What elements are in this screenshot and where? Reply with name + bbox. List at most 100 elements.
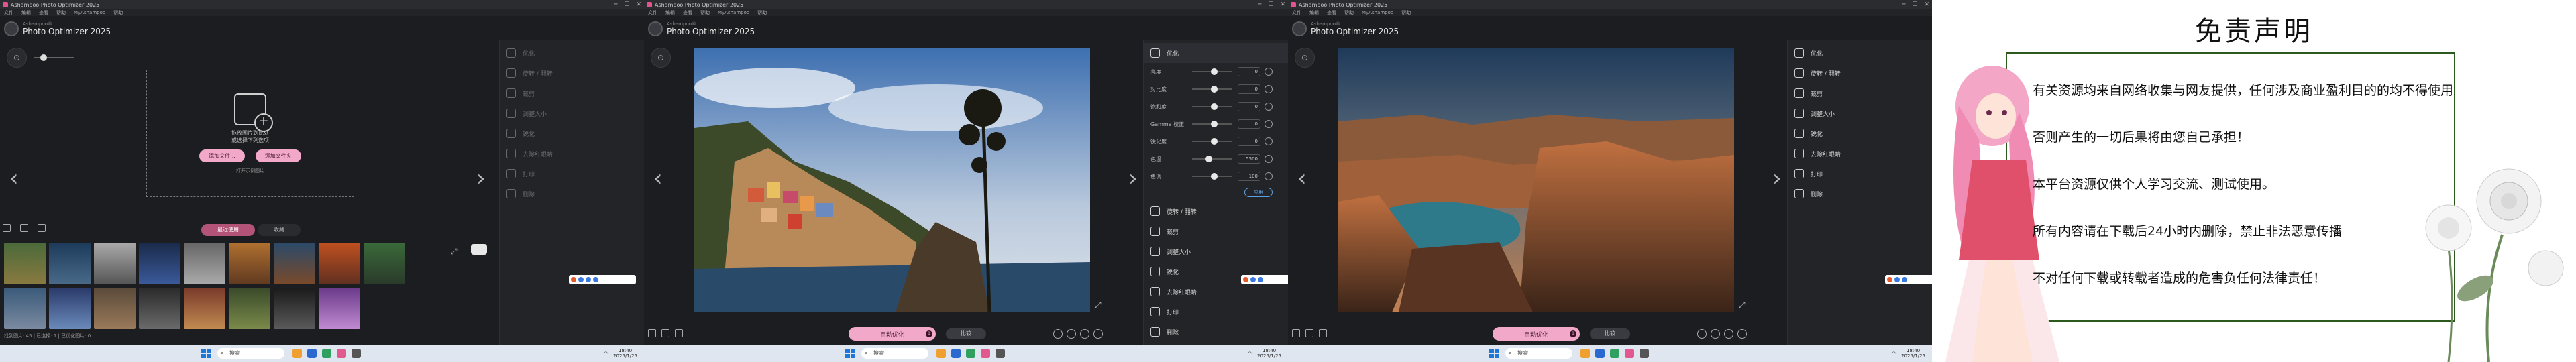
menu-edit[interactable]: 编辑 (665, 9, 675, 16)
sample-images-link[interactable]: 打开示例图片 (236, 168, 264, 174)
folder-icon[interactable] (20, 224, 28, 232)
sidebar-item-resize[interactable]: 调整大小 (1144, 241, 1288, 261)
sidebar-item-delete[interactable]: 删除 (1788, 184, 1932, 204)
expand-icon[interactable]: ⤢ (1739, 300, 1746, 310)
thumbnail[interactable] (274, 288, 315, 329)
reset-icon[interactable] (1265, 68, 1273, 76)
thumbnail[interactable] (94, 288, 136, 329)
app-icon[interactable] (307, 349, 317, 358)
compare-button[interactable]: 比较 (1590, 328, 1630, 339)
sidebar-item-rotate[interactable]: 旋转 / 翻转 (1144, 201, 1288, 221)
thumbnail[interactable] (49, 243, 91, 284)
adjust-sharpness[interactable]: 锐化度 0 (1144, 133, 1288, 150)
thumbnail[interactable] (184, 288, 225, 329)
file-icon[interactable] (3, 224, 11, 232)
sidebar-item-optimize[interactable]: 优化 (500, 43, 644, 63)
sidebar-item-resize[interactable]: 调整大小 (1788, 103, 1932, 123)
thumbnail[interactable] (139, 288, 180, 329)
wifi-icon[interactable]: ◠ (1248, 351, 1252, 356)
compare-button[interactable]: 比较 (946, 328, 986, 339)
app-icon[interactable] (936, 349, 946, 358)
apply-button[interactable]: 应用 (1244, 188, 1273, 197)
menu-help-2[interactable]: 帮助 (757, 9, 767, 16)
menu-help-2[interactable]: 帮助 (113, 9, 123, 16)
next-arrow-icon[interactable]: › (476, 165, 486, 192)
app-icon[interactable] (352, 349, 361, 358)
menu-myashampoo[interactable]: MyAshampoo (74, 10, 105, 15)
thumbnail[interactable] (319, 288, 360, 329)
minimize-icon[interactable]: ─ (1902, 1, 1905, 8)
redo-icon[interactable] (1067, 329, 1076, 339)
slider[interactable] (1192, 103, 1232, 110)
app-icon[interactable] (966, 349, 975, 358)
sidebar-item-rotate[interactable]: 旋转 / 翻转 (500, 63, 644, 83)
wifi-icon[interactable]: ◠ (1892, 351, 1896, 356)
menu-help[interactable]: 帮助 (1344, 9, 1354, 16)
app-icon[interactable] (322, 349, 331, 358)
app-icon[interactable] (337, 349, 346, 358)
adjust-gamma[interactable]: Gamma 校正 0 (1144, 115, 1288, 133)
tab-favorites[interactable]: 收藏 (258, 224, 301, 236)
menu-view[interactable]: 查看 (39, 9, 48, 16)
sidebar-item-red-eye[interactable]: 去除红眼睛 (500, 143, 644, 164)
menu-myashampoo[interactable]: MyAshampoo (1362, 10, 1393, 15)
clock[interactable]: 18:40 2025/1/25 (1901, 348, 1925, 359)
app-icon[interactable] (1595, 349, 1605, 358)
adjust-saturation[interactable]: 饱和度 0 (1144, 98, 1288, 115)
reset-all-icon[interactable] (1724, 329, 1733, 339)
thumbnail[interactable] (49, 288, 91, 329)
brush-icon[interactable] (38, 224, 46, 232)
reset-icon[interactable] (1265, 120, 1273, 128)
maximize-icon[interactable]: ☐ (1912, 1, 1917, 8)
brush-icon[interactable] (1319, 329, 1327, 337)
previous-arrow-icon[interactable]: ‹ (653, 165, 663, 192)
thumbnail[interactable] (139, 243, 180, 284)
settings-icon[interactable] (1093, 329, 1103, 339)
thumbnail[interactable] (4, 288, 46, 329)
reset-icon[interactable] (1265, 137, 1273, 145)
menu-help[interactable]: 帮助 (700, 9, 710, 16)
redo-icon[interactable] (1711, 329, 1720, 339)
reset-icon[interactable] (1265, 155, 1273, 163)
brush-icon[interactable] (675, 329, 683, 337)
adjust-contrast[interactable]: 对比度 0 (1144, 80, 1288, 98)
sidebar-item-print[interactable]: 打印 (500, 164, 644, 184)
toolbar-dot[interactable] (586, 277, 591, 282)
drop-zone[interactable]: 拖放图片到此处 或选择下列选项 添加文件... 添加文件夹 打开示例图片 (146, 70, 354, 197)
thumbnail[interactable] (229, 243, 270, 284)
sidebar-item-crop[interactable]: 裁剪 (1144, 221, 1288, 241)
close-icon[interactable]: ✕ (1924, 1, 1929, 8)
minimize-icon[interactable]: ─ (1258, 1, 1261, 8)
folder-icon[interactable] (661, 329, 669, 337)
undo-icon[interactable] (1697, 329, 1707, 339)
tab-recent[interactable]: 最近使用 (201, 224, 255, 236)
undo-icon[interactable] (1053, 329, 1063, 339)
menu-help-2[interactable]: 帮助 (1401, 9, 1411, 16)
adjust-tint[interactable]: 色调 100 (1144, 168, 1288, 185)
slider[interactable] (1192, 68, 1232, 75)
folder-icon[interactable] (1305, 329, 1313, 337)
reset-all-icon[interactable] (1080, 329, 1089, 339)
toolbar-dot[interactable] (1902, 277, 1907, 282)
previous-arrow-icon[interactable]: ‹ (9, 165, 19, 192)
sidebar-item-rotate[interactable]: 旋转 / 翻转 (1788, 63, 1932, 83)
sidebar-item-red-eye[interactable]: 去除红眼睛 (1788, 143, 1932, 164)
sidebar-item-sharpen[interactable]: 锐化 (1788, 123, 1932, 143)
slider[interactable] (1192, 121, 1232, 127)
toolbar-dot[interactable] (1887, 277, 1892, 282)
thumbnail[interactable] (4, 243, 46, 284)
slider[interactable] (1192, 173, 1232, 180)
toolbar-dot[interactable] (1243, 277, 1248, 282)
menu-file[interactable]: 文件 (4, 9, 13, 16)
toolbar-dot[interactable] (1894, 277, 1900, 282)
app-icon[interactable] (1640, 349, 1649, 358)
menu-file[interactable]: 文件 (648, 9, 657, 16)
wifi-icon[interactable]: ◠ (604, 351, 608, 356)
adjust-temperature[interactable]: 色温 5500 (1144, 150, 1288, 168)
slider[interactable] (1192, 156, 1232, 162)
thumbnail[interactable] (184, 243, 225, 284)
maximize-icon[interactable]: ☐ (624, 1, 629, 8)
app-icon[interactable] (1580, 349, 1590, 358)
taskbar-search[interactable]: 搜索 (861, 348, 928, 359)
next-arrow-icon[interactable]: › (1128, 165, 1138, 192)
